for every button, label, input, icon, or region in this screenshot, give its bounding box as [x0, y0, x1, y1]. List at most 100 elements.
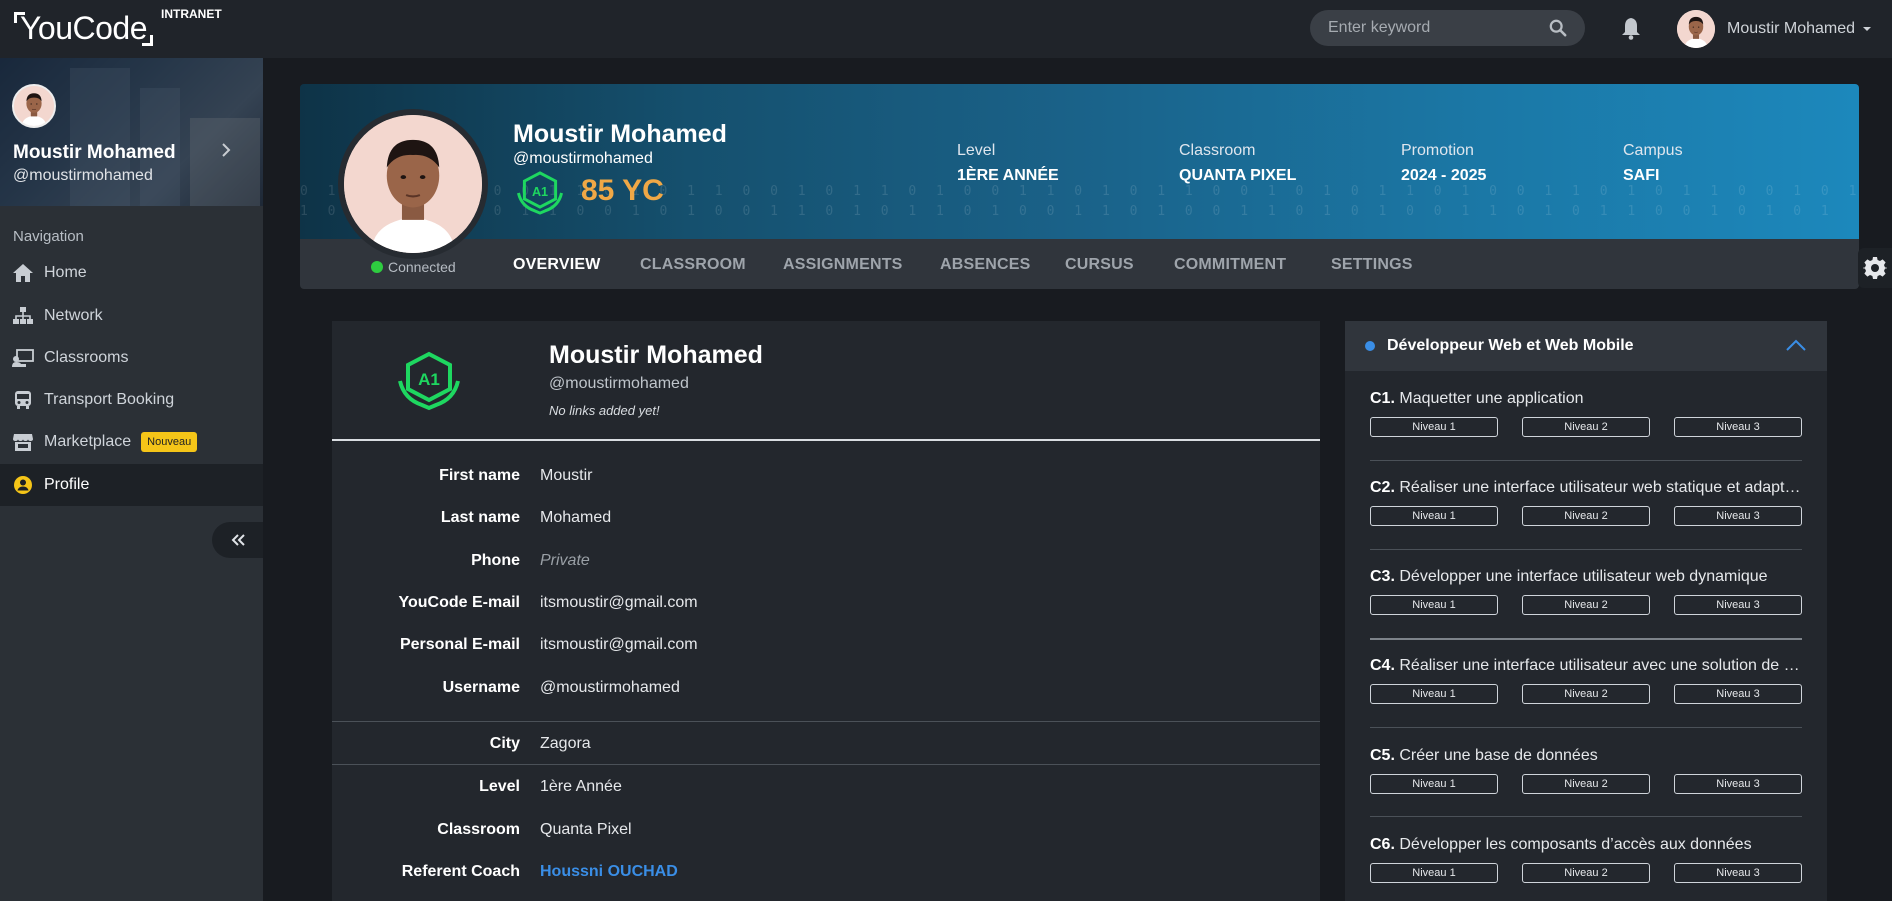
competency-code: C6.	[1370, 836, 1395, 853]
field-youcode-email: YouCode E-mail itsmoustir@gmail.com	[332, 582, 1320, 624]
level-1-button[interactable]: Niveau 1	[1370, 863, 1498, 883]
tab-assignments[interactable]: ASSIGNMENTS	[783, 256, 903, 274]
search-bar	[1310, 10, 1585, 46]
level-3-button[interactable]: Niveau 3	[1674, 417, 1802, 437]
stat-key: Campus	[1623, 142, 1683, 159]
level-1-button[interactable]: Niveau 1	[1370, 417, 1498, 437]
competency-c3: C3. Développer une interface utilisateur…	[1370, 568, 1802, 615]
level-3-button[interactable]: Niveau 3	[1674, 684, 1802, 704]
user-name: Moustir Mohamed	[1727, 20, 1856, 37]
classroom-icon	[12, 348, 34, 368]
home-icon	[12, 263, 34, 283]
tab-cursus[interactable]: CURSUS	[1065, 256, 1134, 274]
level-1-button[interactable]: Niveau 1	[1370, 684, 1498, 704]
level-2-button[interactable]: Niveau 2	[1522, 684, 1650, 704]
sidebar-item-marketplace[interactable]: Marketplace Nouveau	[0, 421, 263, 463]
youcode-logo[interactable]: YouCode INTRANET	[14, 8, 222, 48]
level-3-button[interactable]: Niveau 3	[1674, 595, 1802, 615]
field-value: 1ère Année	[540, 778, 622, 795]
bell-icon[interactable]	[1620, 16, 1642, 40]
card-header: Moustir Mohamed @moustirmohamed No links…	[332, 321, 1320, 441]
level-3-button[interactable]: Niveau 3	[1674, 506, 1802, 526]
settings-panel-toggle[interactable]	[1858, 248, 1892, 288]
stat-key: Classroom	[1179, 142, 1256, 159]
sidebar-item-profile[interactable]: Profile	[0, 464, 263, 506]
logo-text: YouCode	[14, 8, 153, 48]
search-icon[interactable]	[1549, 19, 1567, 37]
level-1-button[interactable]: Niveau 1	[1370, 506, 1498, 526]
sidebar-user-handle: @moustirmohamed	[13, 167, 153, 184]
competency-text: Développer les composants d’accès aux do…	[1399, 836, 1752, 853]
sidebar-item-label: Marketplace	[44, 433, 132, 450]
stat-value: 2024 - 2025	[1401, 167, 1487, 184]
field-label: First name	[439, 467, 520, 484]
competency-text: Réaliser une interface utilisateur avec …	[1399, 657, 1802, 674]
field-label: City	[489, 735, 520, 752]
connection-status: Connected	[371, 259, 456, 275]
profile-info-card: Moustir Mohamed @moustirmohamed No links…	[332, 321, 1320, 901]
tab-settings[interactable]: SETTINGS	[1331, 256, 1413, 274]
competencies-header[interactable]: Développeur Web et Web Mobile	[1345, 321, 1827, 371]
search-input[interactable]	[1328, 19, 1549, 37]
competency-title: C4. Réaliser une interface utilisateur a…	[1370, 657, 1802, 675]
competency-title: C3. Développer une interface utilisateur…	[1370, 568, 1802, 586]
divider	[1370, 460, 1802, 461]
field-label: Personal E-mail	[399, 636, 520, 653]
competency-title: C6. Développer les composants d’accès au…	[1370, 836, 1802, 854]
competency-title: C1. Maquetter une application	[1370, 390, 1802, 408]
level-a1-badge-icon	[514, 170, 566, 216]
tab-overview[interactable]: OVERVIEW	[513, 256, 601, 274]
chevron-up-icon[interactable]	[1785, 338, 1807, 352]
field-value: Mohamed	[540, 509, 612, 526]
profile-picture[interactable]	[338, 109, 488, 259]
double-chevron-left-icon	[231, 534, 245, 546]
user-menu[interactable]: Moustir Mohamed	[1677, 9, 1873, 49]
tab-classroom[interactable]: CLASSROOM	[640, 256, 746, 274]
stat-key: Promotion	[1401, 142, 1474, 159]
field-label: Referent Coach	[401, 863, 520, 880]
competency-code: C1.	[1370, 390, 1395, 407]
level-a1-badge-icon	[394, 351, 464, 411]
sidebar-item-label: Classrooms	[44, 349, 129, 366]
tab-commitment[interactable]: COMMITMENT	[1174, 256, 1286, 274]
card-user-handle: @moustirmohamed	[549, 375, 689, 392]
level-1-button[interactable]: Niveau 1	[1370, 595, 1498, 615]
competency-text: Réaliser une interface utilisateur web s…	[1399, 479, 1802, 496]
level-2-button[interactable]: Niveau 2	[1522, 417, 1650, 437]
field-label: Classroom	[437, 821, 520, 838]
referent-coach-link[interactable]: Houssni OUCHAD	[540, 863, 678, 881]
network-icon	[12, 306, 34, 326]
chevron-right-icon[interactable]	[220, 142, 232, 158]
level-3-button[interactable]: Niveau 3	[1674, 774, 1802, 794]
field-label: Level	[479, 778, 520, 795]
divider	[332, 764, 1320, 765]
level-2-button[interactable]: Niveau 2	[1522, 595, 1650, 615]
level-3-button[interactable]: Niveau 3	[1674, 863, 1802, 883]
status-label: Connected	[388, 259, 456, 275]
stat-value: SAFI	[1623, 167, 1660, 184]
field-label: YouCode E-mail	[398, 594, 521, 611]
sidebar-avatar	[12, 84, 56, 128]
avatar	[1677, 10, 1715, 48]
bus-icon	[12, 390, 34, 410]
field-label: Last name	[440, 509, 520, 526]
logo-subtitle: INTRANET	[161, 7, 222, 21]
sidebar-item-network[interactable]: Network	[0, 295, 263, 337]
competency-c5: C5. Créer une base de données Niveau 1 Ni…	[1370, 747, 1802, 794]
sidebar-item-transport-booking[interactable]: Transport Booking	[0, 379, 263, 421]
field-value: Moustir	[540, 467, 593, 484]
field-classroom: Classroom Quanta Pixel	[332, 809, 1320, 851]
competency-c4: C4. Réaliser une interface utilisateur a…	[1370, 657, 1802, 704]
level-2-button[interactable]: Niveau 2	[1522, 506, 1650, 526]
sidebar-item-classrooms[interactable]: Classrooms	[0, 337, 263, 379]
level-2-button[interactable]: Niveau 2	[1522, 863, 1650, 883]
level-1-button[interactable]: Niveau 1	[1370, 774, 1498, 794]
collapse-sidebar-button[interactable]	[212, 522, 263, 558]
divider	[1370, 727, 1802, 728]
tab-absences[interactable]: ABSENCES	[940, 256, 1031, 274]
field-value: @moustirmohamed	[540, 679, 680, 696]
sidebar-item-home[interactable]: Home	[0, 252, 263, 294]
banner-user-handle: @moustirmohamed	[513, 150, 653, 167]
topbar: YouCode INTRANET Moustir Mohamed	[0, 0, 1892, 58]
level-2-button[interactable]: Niveau 2	[1522, 774, 1650, 794]
